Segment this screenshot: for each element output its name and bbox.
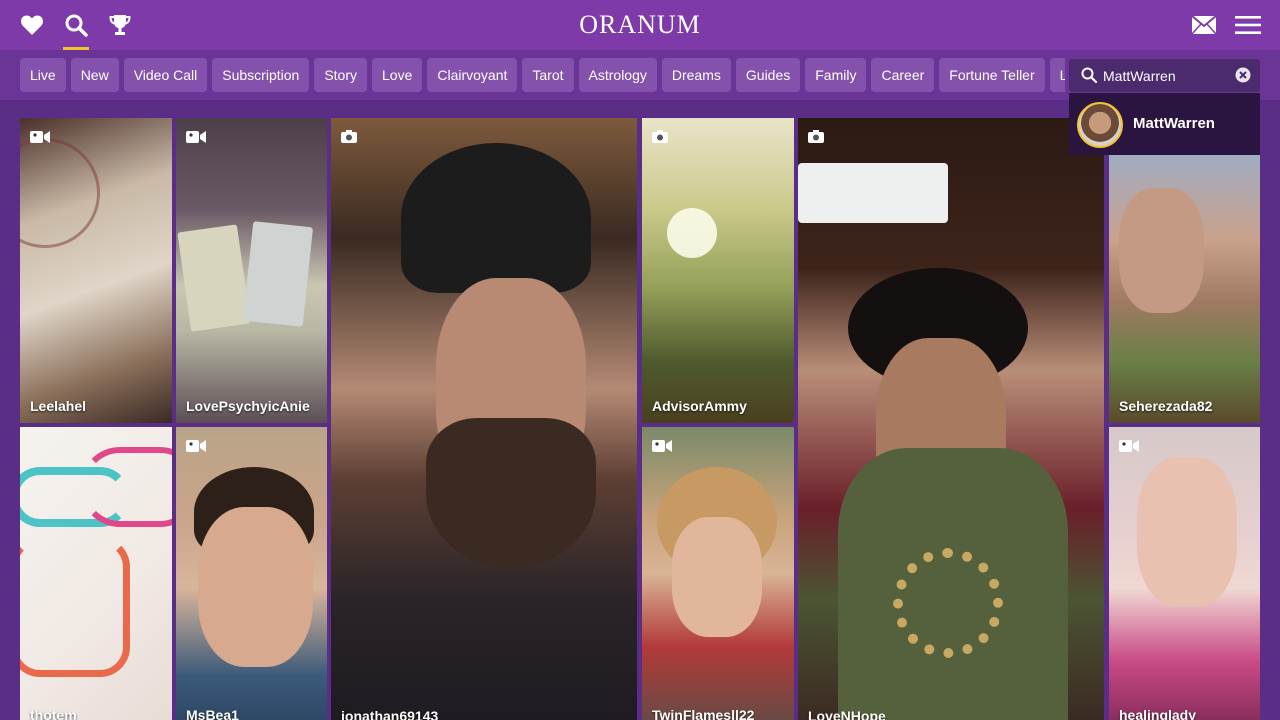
expert-name: AdvisorAmmy (652, 398, 747, 414)
card-decoration (242, 221, 314, 327)
face-decoration (198, 507, 313, 667)
expert-name: jonathan69143 (341, 708, 439, 720)
expert-tile[interactable]: AdvisorAmmy (642, 118, 794, 423)
filter-chip-guides[interactable]: Guides (735, 58, 801, 92)
video-camera-icon (1119, 439, 1139, 458)
clear-search-icon[interactable] (1235, 67, 1251, 88)
filter-chip-dreams[interactable]: Dreams (661, 58, 731, 92)
expert-tile[interactable]: Seherezada82 (1109, 118, 1260, 423)
top-header: ORANUM (0, 0, 1280, 50)
brush-decoration (20, 537, 130, 677)
search-icon (1081, 67, 1098, 88)
search-icon[interactable] (62, 0, 90, 50)
filter-chip-career[interactable]: Career (871, 58, 935, 92)
trophy-icon[interactable] (108, 0, 132, 50)
video-camera-icon (30, 130, 50, 149)
expert-name: healinglady (1119, 707, 1197, 720)
video-camera-icon (652, 439, 672, 458)
expert-name: Seherezada82 (1119, 398, 1213, 414)
filter-chip-subscription[interactable]: Subscription (212, 58, 310, 92)
filter-chip-love[interactable]: Love (372, 58, 423, 92)
expert-tile[interactable]: LoveNHope (798, 118, 1104, 720)
filter-chip-family[interactable]: Family (805, 58, 867, 92)
expert-tile[interactable]: jonathan69143 (331, 118, 637, 720)
filter-chip-video-call[interactable]: Video Call (123, 58, 208, 92)
face-decoration (1119, 188, 1204, 313)
search-input[interactable] (1103, 65, 1233, 87)
video-camera-icon (186, 130, 206, 149)
video-camera-icon (186, 439, 206, 458)
sun-decoration (667, 208, 717, 258)
photo-camera-icon (808, 130, 824, 148)
expert-tile[interactable]: thotem (20, 427, 172, 720)
filter-chip-more[interactable]: L (1049, 58, 1065, 92)
face-decoration (1137, 457, 1237, 607)
card-decoration (177, 224, 251, 332)
filter-chip-astrology[interactable]: Astrology (578, 58, 657, 92)
beard-decoration (426, 418, 596, 568)
photo-camera-icon (341, 130, 357, 148)
search-box[interactable] (1069, 59, 1260, 92)
expert-name: TwinFlamesll22 (652, 707, 755, 720)
expert-tile[interactable]: Leelahel (20, 118, 172, 423)
hamburger-menu-icon[interactable] (1235, 0, 1261, 50)
search-suggestion-item[interactable]: MattWarren (1069, 93, 1260, 155)
expert-name: Leelahel (30, 398, 87, 414)
hat-decoration (401, 143, 591, 293)
mandala-decoration (893, 548, 1003, 658)
expert-name: MsBea1 (186, 707, 239, 720)
filter-chip-clairvoyant[interactable]: Clairvoyant (427, 58, 518, 92)
category-filters: Live New Video Call Subscription Story Love Cl… (20, 58, 1065, 92)
photo-camera-icon (652, 130, 668, 148)
expert-tile[interactable]: LovePsychyicAnie (176, 118, 327, 423)
brush-decoration (80, 447, 172, 527)
filter-chip-new[interactable]: New (70, 58, 119, 92)
filter-chip-tarot[interactable]: Tarot (522, 58, 574, 92)
expert-name: LovePsychyicAnie (186, 398, 310, 414)
filter-chip-live[interactable]: Live (20, 58, 66, 92)
expert-name: thotem (30, 707, 77, 720)
suggestion-name: MattWarren (1133, 115, 1215, 132)
filter-chip-fortune-teller[interactable]: Fortune Teller (939, 58, 1045, 92)
suggestion-avatar (1077, 102, 1123, 148)
expert-name: LoveNHope (808, 708, 886, 720)
favorites-heart-icon[interactable] (20, 0, 44, 50)
face-decoration (672, 517, 762, 637)
mail-icon[interactable] (1192, 0, 1216, 50)
oranum-logo[interactable]: ORANUM (540, 10, 740, 42)
expert-tile[interactable]: healinglady (1109, 427, 1260, 720)
tarot-decoration (20, 138, 100, 248)
expert-tile[interactable]: TwinFlamesll22 (642, 427, 794, 720)
filter-chip-story[interactable]: Story (314, 58, 367, 92)
air-conditioner-decoration (798, 163, 948, 223)
expert-tile[interactable]: MsBea1 (176, 427, 327, 720)
